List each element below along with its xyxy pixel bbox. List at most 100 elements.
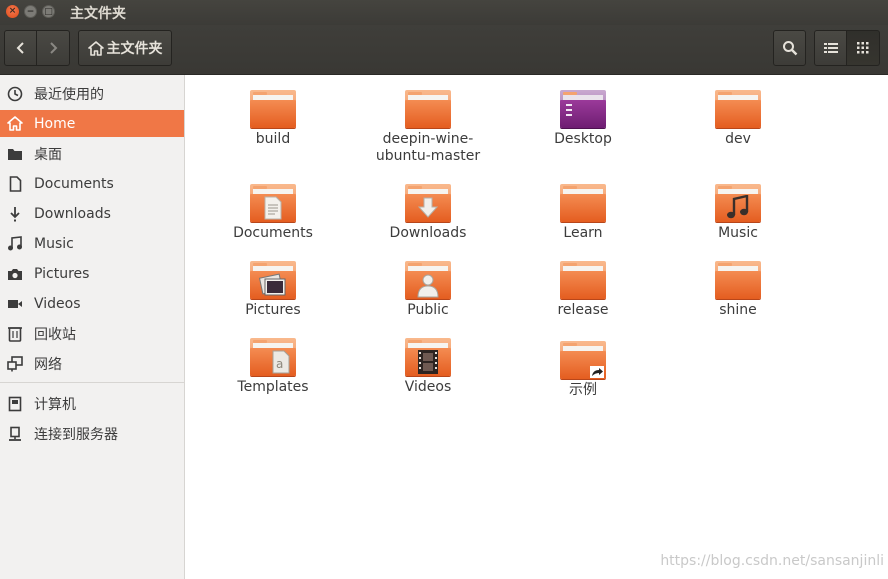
sidebar-item-desktop[interactable]: 桌面 (0, 140, 184, 167)
sidebar-item-label: Home (34, 115, 76, 132)
folder-label: Pictures (245, 302, 301, 318)
downloads-folder-icon (405, 184, 451, 222)
watermark-text: https://blog.csdn.net/sansanjinli (660, 553, 884, 569)
folder-label: Videos (404, 379, 452, 395)
documents-folder-icon (250, 184, 296, 222)
sidebar-item-connect-server[interactable]: 连接到服务器 (0, 420, 184, 447)
folder-item-shine[interactable]: shine (663, 261, 813, 319)
folder-item-dev[interactable]: dev (663, 90, 813, 148)
folder-item-documents[interactable]: Documents (198, 184, 348, 242)
file-view[interactable]: build deepin-wine-ubuntu-master Desktop … (190, 75, 888, 579)
search-icon (782, 41, 797, 56)
sidebar-item-home[interactable]: Home (0, 110, 184, 137)
sidebar-item-label: Music (34, 235, 74, 252)
folder-item-templates[interactable]: a Templates (198, 338, 348, 396)
folder-item-build[interactable]: build (198, 90, 348, 148)
templates-folder-icon: a (250, 338, 296, 376)
forward-button[interactable] (37, 30, 70, 66)
network-icon (7, 355, 23, 372)
back-button[interactable] (4, 30, 37, 66)
file-manager-window: × − □ 主文件夹 主文件夹 最近使用的 Home 桌面 Documents … (0, 0, 888, 579)
sidebar-item-recent[interactable]: 最近使用的 (0, 80, 184, 107)
folder-icon (7, 146, 23, 162)
sidebar-item-label: 网络 (34, 356, 62, 373)
trash-icon (7, 326, 23, 342)
server-icon (7, 426, 23, 442)
folder-item-release[interactable]: release (508, 261, 658, 319)
grid-icon (857, 42, 869, 54)
maximize-window-button[interactable]: □ (42, 5, 55, 18)
folder-label: Templates (237, 379, 309, 395)
sidebar-item-label: Pictures (34, 265, 90, 282)
computer-icon (7, 396, 23, 412)
sidebar-item-documents[interactable]: Documents (0, 170, 184, 197)
folder-label: Music (718, 225, 758, 241)
folder-label: build (255, 131, 291, 147)
folder-label-line: deepin-wine- (382, 131, 474, 147)
home-icon (7, 116, 23, 132)
folder-item-public[interactable]: Public (353, 261, 503, 319)
folder-label-line: ubuntu-master (375, 148, 481, 164)
folder-item-desktop[interactable]: Desktop (508, 90, 658, 148)
sidebar-item-label: Downloads (34, 205, 111, 222)
camera-icon (7, 266, 23, 282)
folder-label: Desktop (554, 131, 612, 147)
desktop-folder-icon (560, 90, 606, 128)
sidebar-item-music[interactable]: Music (0, 230, 184, 257)
sidebar-item-network[interactable]: 网络 (0, 350, 184, 377)
chevron-left-icon (16, 42, 24, 54)
minimize-window-button[interactable]: − (24, 5, 37, 18)
sidebar: 最近使用的 Home 桌面 Documents Downloads Music … (0, 75, 185, 579)
folder-item-learn[interactable]: Learn (508, 184, 658, 242)
videos-folder-icon (405, 338, 451, 376)
music-icon (7, 236, 23, 252)
search-button[interactable] (773, 30, 806, 66)
window-title: 主文件夹 (70, 6, 126, 22)
video-icon (7, 296, 23, 312)
list-view-button[interactable] (814, 30, 847, 66)
chevron-right-icon (50, 42, 58, 54)
home-icon (87, 40, 104, 56)
close-icon: × (8, 6, 17, 16)
toolbar: 主文件夹 (0, 25, 888, 75)
folder-label: Learn (563, 225, 603, 241)
sidebar-item-label: 连接到服务器 (34, 426, 118, 443)
folder-label: Downloads (389, 225, 467, 241)
sidebar-item-downloads[interactable]: Downloads (0, 200, 184, 227)
folder-item-pictures[interactable]: Pictures (198, 261, 348, 319)
list-icon (823, 43, 838, 53)
maximize-icon: □ (44, 7, 53, 17)
sidebar-item-label: 最近使用的 (34, 86, 104, 103)
folder-item-deepin-wine-ubuntu-master[interactable]: deepin-wine-ubuntu-master (353, 90, 503, 165)
close-window-button[interactable]: × (6, 5, 19, 18)
title-bar[interactable]: × − □ 主文件夹 (0, 0, 888, 25)
sidebar-item-computer[interactable]: 计算机 (0, 390, 184, 417)
svg-text:a: a (276, 357, 283, 371)
link-folder-icon (560, 341, 606, 379)
folder-item-examples-link[interactable]: 示例 (508, 341, 658, 399)
folder-icon (560, 261, 606, 299)
folder-label: shine (719, 302, 757, 318)
folder-item-videos[interactable]: Videos (353, 338, 503, 396)
sidebar-item-label: 桌面 (34, 146, 62, 163)
path-label: 主文件夹 (106, 41, 163, 57)
minimize-icon: − (26, 7, 35, 17)
folder-label: Documents (233, 225, 313, 241)
folder-label: Public (407, 302, 449, 318)
folder-label: dev (725, 131, 751, 147)
sidebar-item-label: Documents (34, 175, 114, 192)
sidebar-divider (0, 382, 184, 383)
path-bar-home-button[interactable]: 主文件夹 (78, 30, 172, 66)
folder-label: deepin-wine-ubuntu-master (353, 131, 503, 165)
sidebar-item-trash[interactable]: 回收站 (0, 320, 184, 347)
folder-item-music[interactable]: Music (663, 184, 813, 242)
sidebar-item-pictures[interactable]: Pictures (0, 260, 184, 287)
pictures-folder-icon (250, 261, 296, 299)
sidebar-item-label: 计算机 (34, 396, 76, 413)
folder-label: 示例 (569, 382, 597, 398)
folder-icon (250, 90, 296, 128)
sidebar-item-videos[interactable]: Videos (0, 290, 184, 317)
folder-item-downloads[interactable]: Downloads (353, 184, 503, 242)
grid-view-button[interactable] (847, 30, 880, 66)
music-folder-icon (715, 184, 761, 222)
